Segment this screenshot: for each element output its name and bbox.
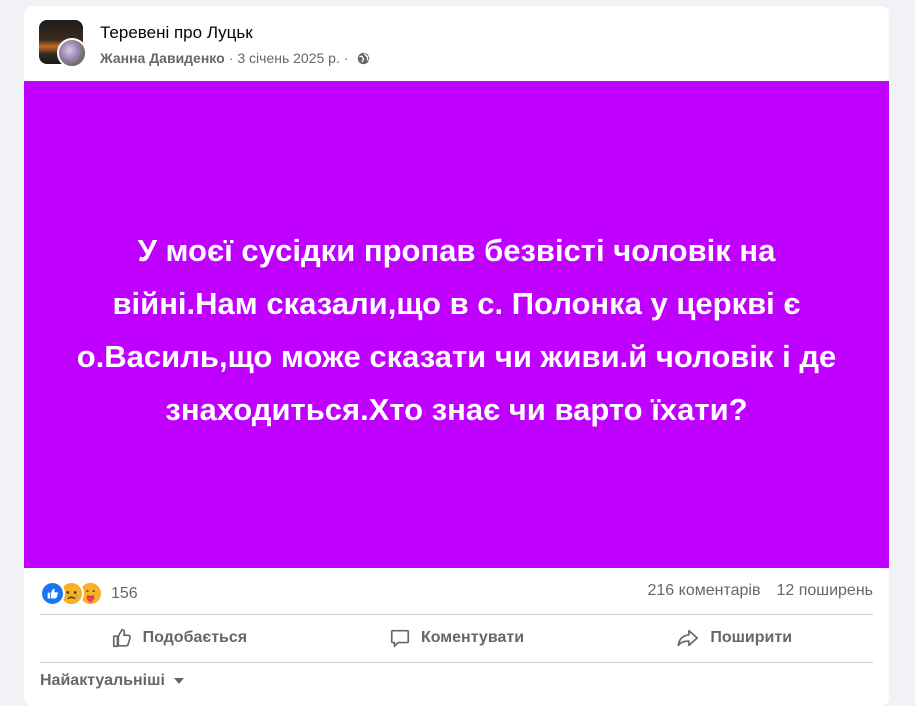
share-button[interactable]: Поширити: [595, 616, 873, 660]
post-header: Теревені про Луцьк Жанна Давиденко · 3 с…: [24, 6, 889, 81]
engagement-counts: 216 коментарів 12 поширень: [648, 582, 874, 600]
reaction-count: 156: [111, 584, 138, 602]
comments-count[interactable]: 216 коментарів: [648, 582, 761, 600]
post-background[interactable]: У моєї сусідки пропав безвісті чоловік н…: [24, 81, 889, 568]
author-avatar[interactable]: [57, 38, 87, 68]
post-date[interactable]: 3 січень 2025 р.: [237, 50, 340, 66]
divider-top: [40, 614, 873, 615]
post-meta: Жанна Давиденко · 3 січень 2025 р. ·: [100, 50, 370, 66]
share-label: Поширити: [710, 629, 793, 646]
comment-label: Коментувати: [420, 629, 525, 646]
privacy-separator: ·: [343, 50, 349, 66]
action-bar: Подобається Коментувати Поширити: [40, 616, 873, 660]
comments-sort-dropdown[interactable]: Найактуальніші: [40, 672, 185, 690]
divider-bottom: [40, 662, 873, 663]
share-icon: [677, 629, 699, 647]
thumbs-up-icon: [112, 628, 131, 648]
post-card: Теревені про Луцьк Жанна Давиденко · 3 с…: [24, 6, 889, 706]
shares-count[interactable]: 12 поширень: [776, 582, 873, 600]
like-icon: [40, 581, 65, 606]
like-button[interactable]: Подобається: [40, 616, 318, 660]
comment-icon: [390, 629, 410, 648]
post-stats: 156 216 коментарів 12 поширень: [24, 568, 889, 614]
comment-button[interactable]: Коментувати: [318, 616, 596, 660]
post-text: У моєї сусідки пропав безвісті чоловік н…: [76, 232, 837, 427]
meta-separator: ·: [228, 50, 234, 66]
reactions-summary[interactable]: 156: [40, 581, 138, 606]
caret-down-icon: [173, 678, 184, 684]
sort-label: Найактуальніші: [40, 672, 165, 689]
avatar-group[interactable]: [39, 20, 87, 68]
like-label: Подобається: [142, 629, 248, 646]
globe-icon[interactable]: [357, 52, 370, 65]
group-name[interactable]: Теревені про Луцьк: [100, 23, 253, 43]
author-name[interactable]: Жанна Давиденко: [100, 50, 225, 66]
